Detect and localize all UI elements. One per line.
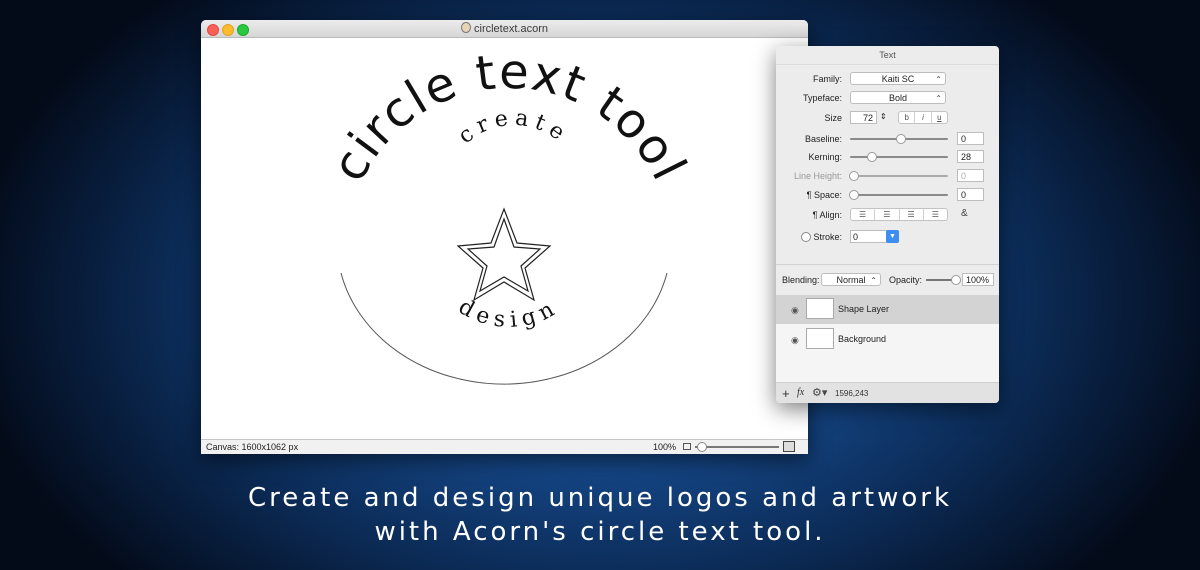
layer-row-shape[interactable]: ◉ Shape Layer <box>776 295 999 324</box>
align-justify-icon[interactable]: ☰ <box>924 209 947 220</box>
size-row: Size 72 ⇕ b i u <box>776 111 999 125</box>
text-on-path-icon[interactable]: & <box>961 208 968 219</box>
document-icon <box>461 22 471 33</box>
zoom-slider[interactable] <box>695 446 779 448</box>
align-right-icon[interactable]: ☰ <box>900 209 924 220</box>
chevron-updown-icon: ⌃ <box>935 94 942 103</box>
opacity-field[interactable]: 100% <box>962 273 994 286</box>
layer-name: Shape Layer <box>838 304 890 314</box>
layer-thumbnail <box>806 328 834 349</box>
size-stepper-icon[interactable]: ⇕ <box>880 112 887 121</box>
paragraph-space-slider[interactable] <box>850 194 948 196</box>
size-field[interactable]: 72 <box>850 111 877 124</box>
blending-value: Normal <box>836 275 866 285</box>
typeface-row: Typeface: Bold ⌃ <box>776 91 999 105</box>
align-row: ¶ Align: ☰ ☰ ☰ ☰ & <box>776 208 999 222</box>
window-titlebar[interactable]: circletext.acorn <box>201 20 808 38</box>
typeface-value: Bold <box>888 93 907 103</box>
stroke-row: Stroke: 0 ▼ <box>776 230 999 244</box>
opacity-slider-knob[interactable] <box>951 275 961 285</box>
paragraph-space-label: ¶ Space: <box>806 190 842 200</box>
blending-row: Blending: Normal ⌃ Opacity: 100% <box>776 273 999 289</box>
image-canvas[interactable]: circle text tool create design <box>201 38 808 440</box>
typeface-popup[interactable]: Bold ⌃ <box>850 91 946 104</box>
zoom-in-icon[interactable] <box>783 441 795 452</box>
acorn-document-window: circletext.acorn circle text tool create… <box>201 20 808 454</box>
circle-text-artwork: circle text tool create design <box>321 44 696 385</box>
window-title-text: circletext.acorn <box>474 23 548 35</box>
line-height-row: Line Height: 0 <box>776 169 999 183</box>
paragraph-space-row: ¶ Space: 0 <box>776 188 999 202</box>
zoom-level: 100% <box>653 442 677 452</box>
line-height-field: 0 <box>957 169 984 182</box>
align-center-icon[interactable]: ☰ <box>875 209 900 220</box>
italic-button[interactable]: i <box>915 112 932 123</box>
cursor-coordinates: 1596,243 <box>835 389 869 398</box>
typeface-label: Typeface: <box>802 93 842 103</box>
stroke-label: Stroke: <box>813 232 842 242</box>
eye-icon[interactable]: ◉ <box>791 305 799 316</box>
zoom-out-icon[interactable] <box>683 443 691 450</box>
panel-title: Text <box>776 46 999 65</box>
text-inspector-panel: Text Family: Kaiti SC ⌃ Typeface: Bold ⌃ S… <box>776 46 999 403</box>
stroke-field[interactable]: 0 <box>850 230 890 243</box>
paragraph-space-field[interactable]: 0 <box>957 188 984 201</box>
align-label: ¶ Align: <box>812 210 842 220</box>
opacity-label: Opacity: <box>889 275 923 285</box>
add-layer-icon[interactable]: + <box>782 386 790 401</box>
caption-line-2: with Acorn's circle text tool. <box>374 517 826 547</box>
bold-button[interactable]: b <box>899 112 916 123</box>
panel-bottom-bar: + fx ⚙▾ 1596,243 <box>776 382 999 403</box>
layer-thumbnail <box>806 298 834 319</box>
kerning-label: Kerning: <box>808 152 842 162</box>
chevron-updown-icon: ⌃ <box>935 75 942 84</box>
layer-row-background[interactable]: ◉ Background <box>776 325 999 354</box>
family-label: Family: <box>813 74 842 84</box>
window-title: circletext.acorn <box>201 22 808 35</box>
underline-button[interactable]: u <box>932 112 947 123</box>
star-outer-shape <box>456 207 552 302</box>
kerning-slider[interactable] <box>850 156 948 158</box>
window-statusbar: Canvas: 1600x1062 px 100% <box>201 439 808 454</box>
size-label: Size <box>824 113 842 123</box>
gear-icon[interactable]: ⚙▾ <box>812 386 827 399</box>
family-row: Family: Kaiti SC ⌃ <box>776 72 999 86</box>
kerning-row: Kerning: 28 <box>776 150 999 164</box>
baseline-slider-knob[interactable] <box>896 134 906 144</box>
kerning-field[interactable]: 28 <box>957 150 984 163</box>
baseline-label: Baseline: <box>804 134 842 144</box>
text-style-buttons: b i u <box>898 111 948 124</box>
fx-icon[interactable]: fx <box>797 387 804 398</box>
layer-name: Background <box>838 334 887 344</box>
baseline-row: Baseline: 0 <box>776 132 999 146</box>
line-height-label: Line Height: <box>793 171 842 181</box>
top-small-circle-text: create <box>454 106 574 150</box>
line-height-slider <box>850 175 948 177</box>
alignment-buttons: ☰ ☰ ☰ ☰ <box>850 208 948 221</box>
family-value: Kaiti SC <box>881 74 915 84</box>
zoom-slider-knob[interactable] <box>697 442 707 452</box>
baseline-field[interactable]: 0 <box>957 132 984 145</box>
chevron-updown-icon: ⌃ <box>870 276 877 285</box>
blending-label: Blending: <box>782 275 820 285</box>
star-inner-shape <box>466 217 542 293</box>
line-height-slider-knob <box>849 171 859 181</box>
family-popup[interactable]: Kaiti SC ⌃ <box>850 72 946 85</box>
paragraph-space-slider-knob[interactable] <box>849 190 859 200</box>
align-left-icon[interactable]: ☰ <box>851 209 876 220</box>
panel-divider <box>776 264 999 265</box>
canvas-size-label: Canvas: 1600x1062 px <box>206 442 299 452</box>
eye-icon[interactable]: ◉ <box>791 335 799 346</box>
caption-line-1: Create and design unique logos and artwo… <box>247 483 953 513</box>
kerning-slider-knob[interactable] <box>867 152 877 162</box>
blending-popup[interactable]: Normal ⌃ <box>821 273 881 286</box>
stroke-dropdown-button[interactable]: ▼ <box>886 230 899 243</box>
bottom-small-circle-text: design <box>454 294 563 333</box>
